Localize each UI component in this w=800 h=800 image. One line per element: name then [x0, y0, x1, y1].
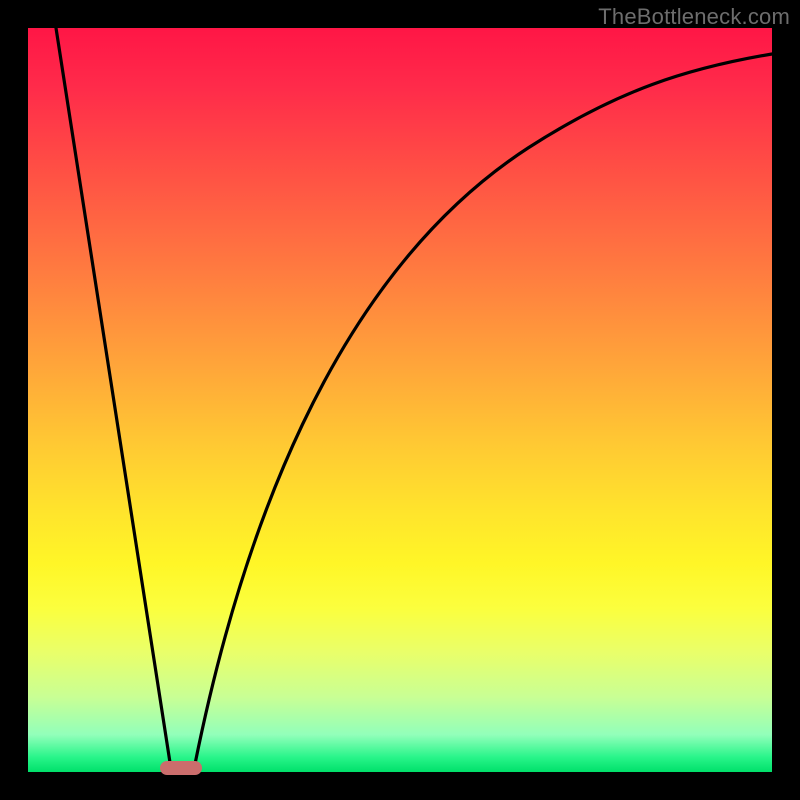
optimal-point-marker [160, 761, 202, 775]
right-branch-curve [194, 54, 772, 769]
watermark-text: TheBottleneck.com [598, 4, 790, 30]
chart-frame: TheBottleneck.com [0, 0, 800, 800]
curve-layer [28, 28, 772, 772]
left-branch-line [56, 28, 171, 769]
